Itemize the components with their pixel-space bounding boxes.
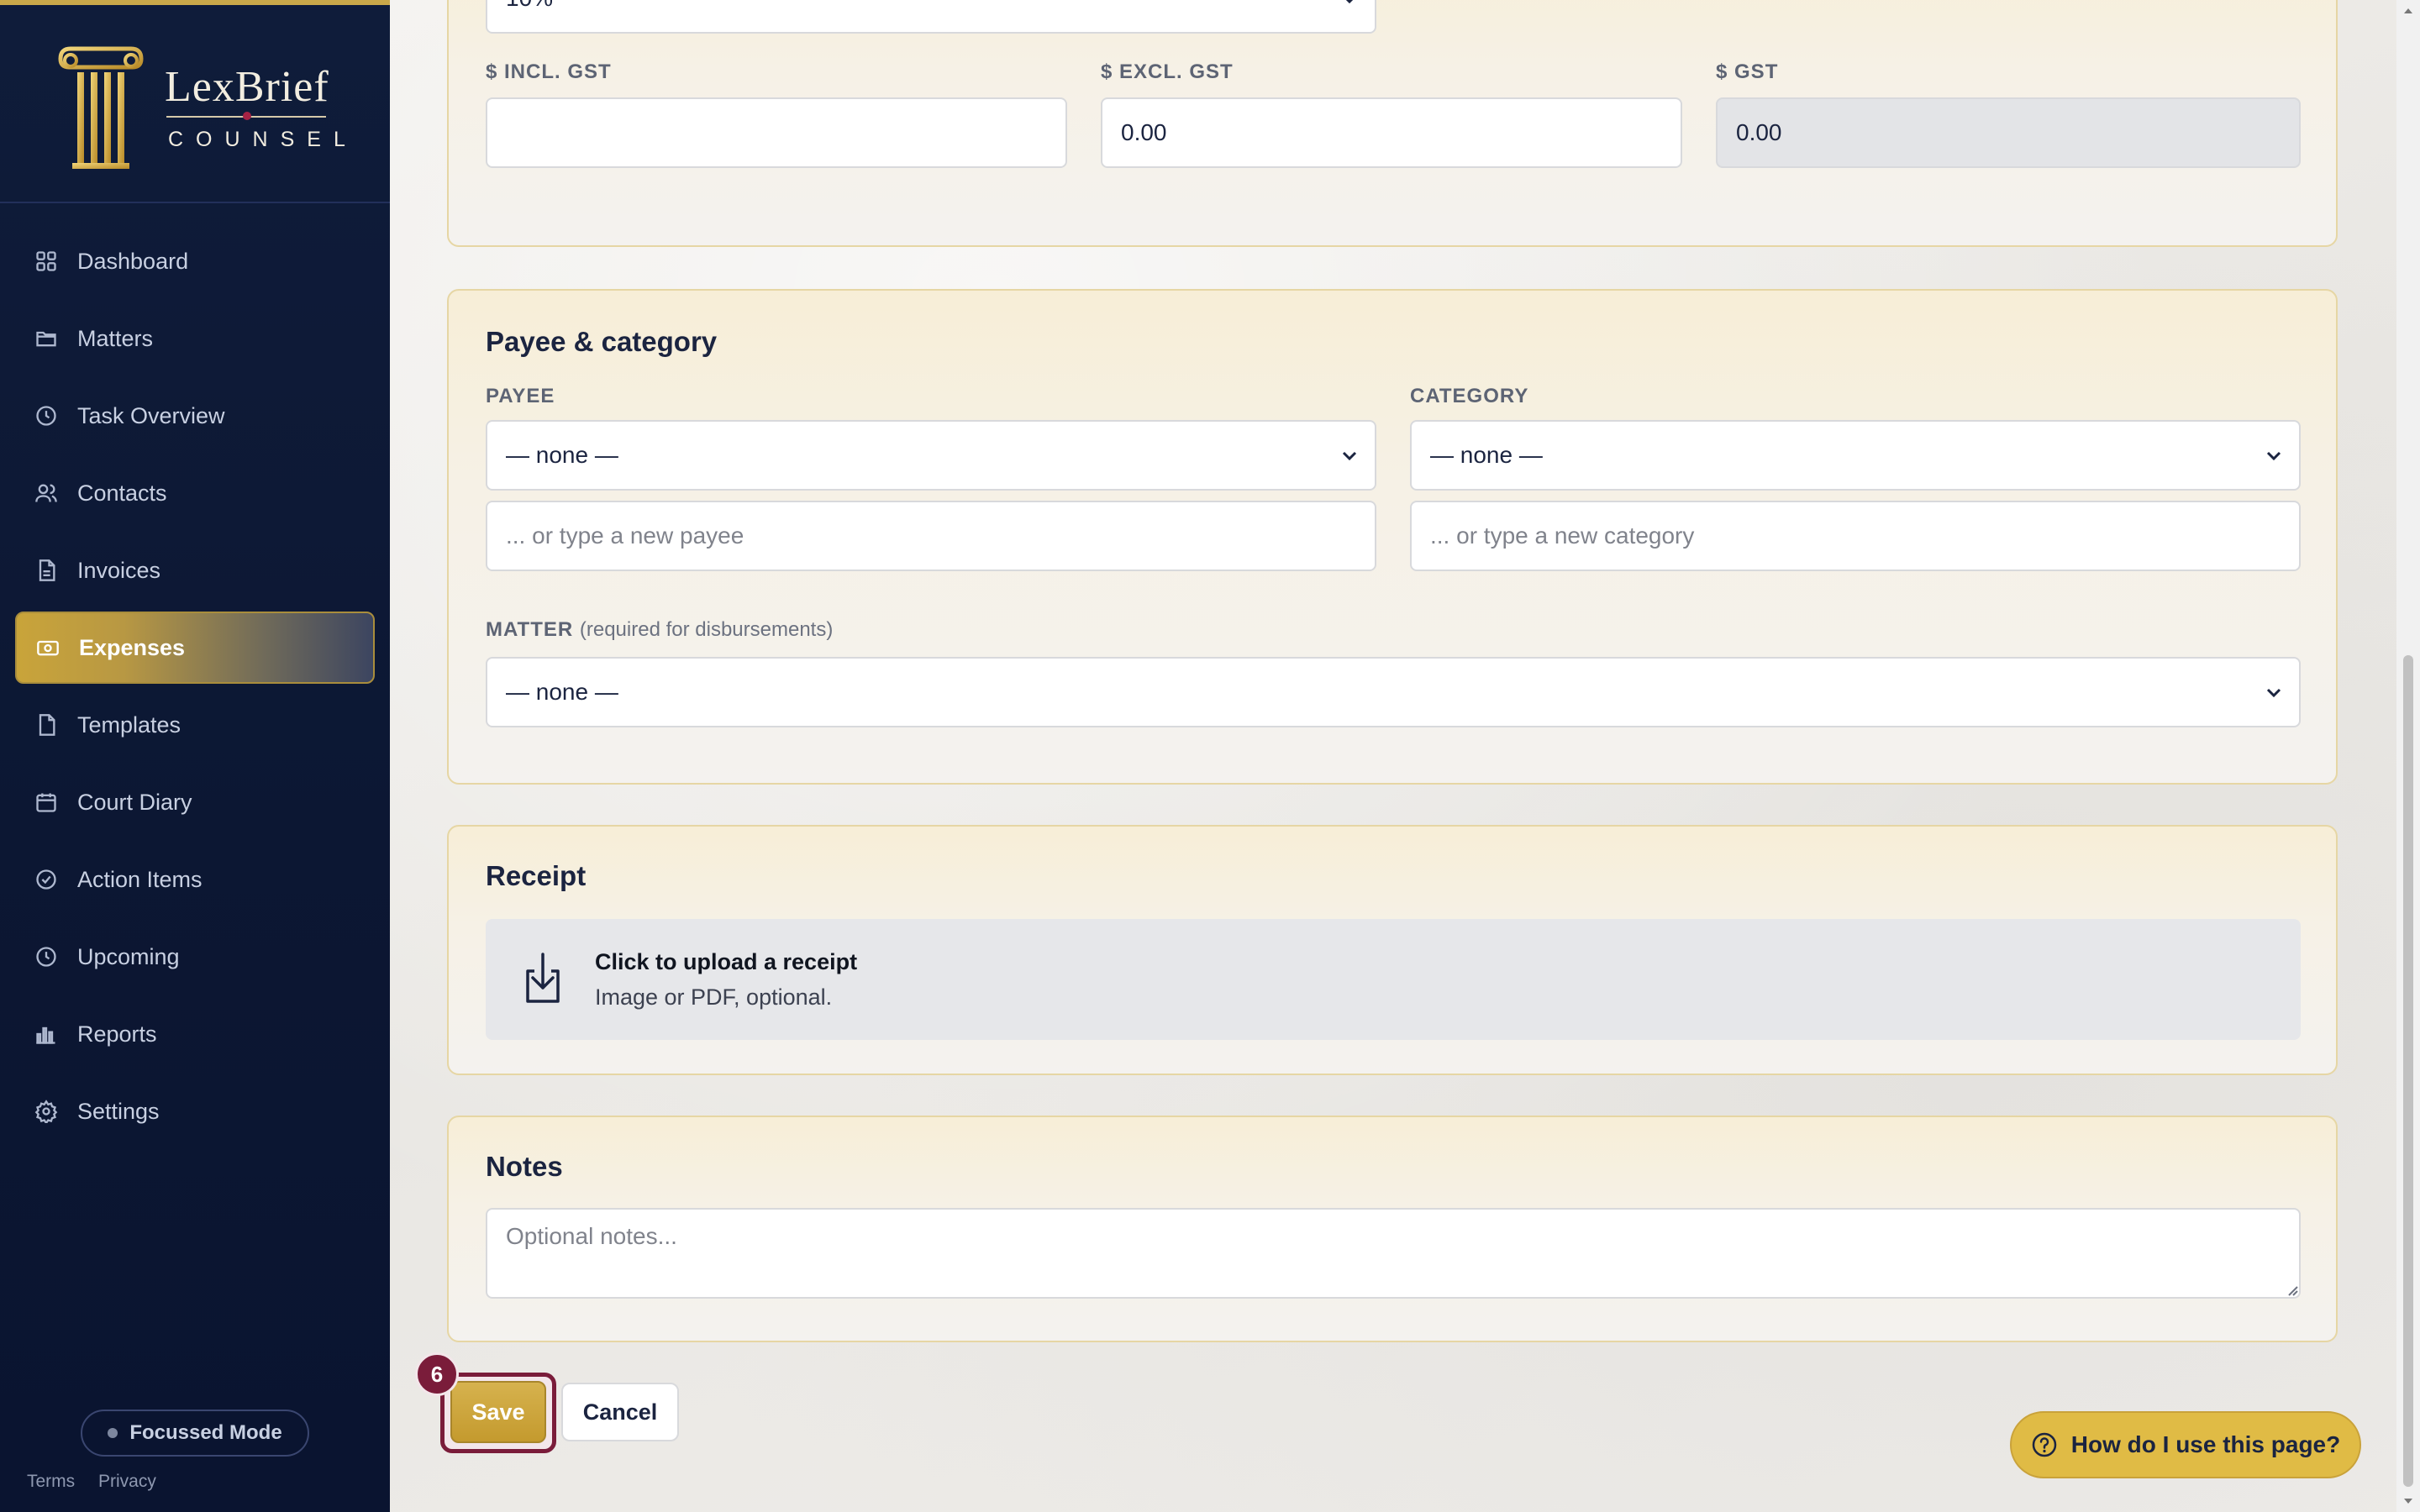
gst-amount-field: 0.00 (1716, 97, 2301, 168)
payee-select[interactable]: — none — (486, 420, 1376, 491)
sidebar-item-label: Reports (77, 1021, 157, 1047)
sidebar-item-label: Invoices (77, 557, 161, 583)
cancel-button[interactable]: Cancel (561, 1383, 679, 1441)
matter-label-text: MATTER (486, 618, 574, 641)
money-icon (35, 635, 60, 660)
folder-icon (34, 326, 59, 351)
brand-name: LexBrief (165, 63, 329, 111)
sidebar-item-invoices[interactable]: Invoices (15, 534, 375, 606)
matter-selected: — none — (506, 679, 618, 705)
sidebar-item-label: Contacts (77, 480, 167, 506)
footer-links: Terms Privacy (27, 1472, 175, 1492)
focussed-mode-label: Focussed Mode (129, 1421, 282, 1444)
sidebar-item-action-items[interactable]: Action Items (15, 843, 375, 916)
sidebar-item-label: Upcoming (77, 943, 180, 969)
sidebar-item-label: Matters (77, 325, 154, 351)
clock-icon (34, 944, 59, 969)
brand-subtitle: COUNSEL (168, 128, 358, 151)
scroll-down-arrow-icon[interactable] (2402, 1495, 2414, 1507)
sidebar: LexBrief COUNSEL Dashboard Matters Task … (0, 0, 390, 1512)
people-icon (34, 480, 59, 506)
status-dot (108, 1428, 118, 1438)
receipt-upload-area[interactable]: Click to upload a receipt Image or PDF, … (486, 919, 2301, 1040)
grid-icon (34, 249, 59, 274)
chevron-down-icon (2266, 688, 2281, 698)
amounts-card: 10% $ INCL. GST $ EXCL. GST 0.00 $ GST 0… (447, 0, 2338, 247)
sidebar-item-label: Dashboard (77, 248, 189, 274)
payee-category-title: Payee & category (486, 326, 718, 357)
clock-icon (34, 403, 59, 428)
new-payee-input[interactable]: ... or type a new payee (486, 501, 1376, 571)
step-badge: 6 (415, 1352, 459, 1396)
scroll-up-arrow-icon[interactable] (2402, 5, 2414, 17)
chevron-down-icon (2266, 451, 2281, 461)
sidebar-item-task-overview[interactable]: Task Overview (15, 380, 375, 452)
receipt-card: Receipt Click to upload a receipt Image … (447, 825, 2338, 1075)
brand-header: LexBrief COUNSEL (0, 10, 390, 203)
sidebar-item-label: Task Overview (77, 402, 225, 428)
sidebar-item-label: Expenses (79, 634, 186, 660)
pillar-logo-icon (58, 46, 144, 169)
sidebar-item-upcoming[interactable]: Upcoming (15, 921, 375, 993)
payee-label: PAYEE (486, 385, 555, 407)
chevron-down-icon (1342, 451, 1357, 461)
download-tray-icon (526, 953, 560, 1003)
gst-label: $ GST (1716, 60, 1779, 83)
bar-chart-icon (34, 1021, 59, 1047)
payee-selected: — none — (506, 442, 618, 468)
notes-textarea[interactable]: Optional notes... (486, 1208, 2301, 1299)
help-label: How do I use this page? (2070, 1431, 2341, 1457)
sidebar-item-expenses[interactable]: Expenses (15, 612, 375, 684)
page-scrollbar[interactable] (2396, 0, 2420, 1512)
sidebar-item-label: Settings (77, 1098, 160, 1124)
gst-rate-value: 10% (506, 0, 553, 12)
sidebar-item-templates[interactable]: Templates (15, 689, 375, 761)
brand-dot (243, 112, 251, 120)
excl-gst-label: $ EXCL. GST (1101, 60, 1234, 83)
matter-label: MATTER (required for disbursements) (486, 618, 833, 642)
chevron-down-icon (1345, 0, 1354, 4)
scrollbar-thumb[interactable] (2403, 655, 2413, 1487)
sidebar-item-dashboard[interactable]: Dashboard (15, 225, 375, 297)
payee-category-card: Payee & category PAYEE — none — ... or t… (447, 289, 2338, 785)
matter-select[interactable]: — none — (486, 657, 2301, 727)
calendar-icon (34, 790, 59, 815)
category-label: CATEGORY (1410, 385, 1529, 407)
document-icon (34, 558, 59, 583)
save-button[interactable]: Save (450, 1381, 546, 1443)
matter-hint: (required for disbursements) (579, 618, 834, 641)
main-content: 10% $ INCL. GST $ EXCL. GST 0.00 $ GST 0… (390, 0, 2396, 1512)
category-selected: — none — (1430, 442, 1543, 468)
terms-link[interactable]: Terms (27, 1472, 75, 1491)
receipt-title: Receipt (486, 860, 587, 891)
help-button[interactable]: How do I use this page? (2010, 1411, 2361, 1478)
sidebar-item-label: Templates (77, 711, 182, 738)
excl-gst-input[interactable]: 0.00 (1101, 97, 1682, 168)
category-select[interactable]: — none — (1410, 420, 2301, 491)
file-icon (34, 712, 59, 738)
upload-title: Click to upload a receipt (595, 949, 858, 974)
sidebar-item-settings[interactable]: Settings (15, 1075, 375, 1147)
sidebar-item-label: Court Diary (77, 789, 192, 815)
upload-subtitle: Image or PDF, optional. (595, 984, 833, 1010)
focussed-mode-toggle[interactable]: Focussed Mode (81, 1410, 309, 1457)
question-circle-icon (2032, 1432, 2057, 1457)
notes-card: Notes Optional notes... (447, 1116, 2338, 1342)
sidebar-item-matters[interactable]: Matters (15, 302, 375, 375)
resize-handle-icon[interactable] (2284, 1282, 2299, 1297)
sidebar-item-reports[interactable]: Reports (15, 998, 375, 1070)
gear-icon (34, 1099, 59, 1124)
sidebar-item-contacts[interactable]: Contacts (15, 457, 375, 529)
notes-title: Notes (486, 1151, 563, 1182)
check-circle-icon (34, 867, 59, 892)
incl-gst-input[interactable] (486, 97, 1067, 168)
incl-gst-label: $ INCL. GST (486, 60, 612, 83)
sidebar-item-court-diary[interactable]: Court Diary (15, 766, 375, 838)
gst-rate-select[interactable]: 10% (486, 0, 1376, 34)
new-category-input[interactable]: ... or type a new category (1410, 501, 2301, 571)
sidebar-item-label: Action Items (77, 866, 203, 892)
privacy-link[interactable]: Privacy (98, 1472, 156, 1491)
